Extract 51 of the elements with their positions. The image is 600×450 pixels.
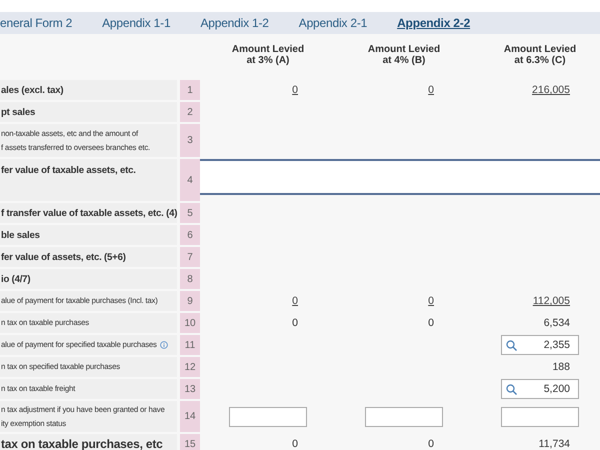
amount-input-field[interactable]: 5,200 <box>501 379 579 399</box>
amount-value: 188 <box>551 361 571 373</box>
amount-input-field[interactable]: 2,355 <box>501 335 579 355</box>
row-label: pt sales <box>0 102 177 122</box>
amount-value: 0 <box>291 317 299 329</box>
line-number: 5 <box>180 203 200 223</box>
amount-value: 11,734 <box>538 438 571 450</box>
line-number: 12 <box>180 357 200 377</box>
search-icon[interactable] <box>506 340 517 350</box>
row-label: fer value of taxable assets, etc. <box>0 159 177 201</box>
search-icon[interactable] <box>506 384 517 394</box>
row-label: f transfer value of taxable assets, etc. (4) <box>0 203 177 223</box>
amount-input-field[interactable] <box>229 406 307 426</box>
column-header: Amount Levied at 3% (A) <box>232 44 304 68</box>
column-header: Amount Levied at 6.3% (C) <box>504 44 576 68</box>
row-label: fer value of assets, etc. (5+6) <box>0 247 177 267</box>
amount-link[interactable]: 112,005 <box>501 295 579 307</box>
row-label: ble sales <box>0 225 177 245</box>
form-tab[interactable]: Appendix 1-2 <box>200 16 269 30</box>
amount-link[interactable]: 216,005 <box>501 84 579 96</box>
line-number: 13 <box>180 379 200 399</box>
row-label: ales (excl. tax) <box>0 80 177 100</box>
line-number: 11 <box>180 335 200 355</box>
amount-value: 6,534 <box>542 317 571 329</box>
form-tab[interactable]: Appendix 2-2 <box>397 16 470 30</box>
line-number: 9 <box>180 291 200 311</box>
line-number: 3 <box>180 124 200 157</box>
line-number: 14 <box>180 401 200 432</box>
form-tab[interactable]: Appendix 2-1 <box>298 16 368 30</box>
amount-input-field[interactable] <box>365 406 443 426</box>
amount-value: 0 <box>427 317 435 329</box>
form-tab[interactable]: eneral Form 2 <box>0 16 72 30</box>
line-number: 7 <box>180 247 200 267</box>
info-icon[interactable] <box>160 341 168 349</box>
row-label: io (4/7) <box>0 269 177 289</box>
amount-input-field[interactable] <box>501 406 579 426</box>
amount-link[interactable]: 0 <box>365 84 443 96</box>
line-number: 10 <box>180 313 200 333</box>
line-number: 2 <box>180 102 200 122</box>
amount-value: 0 <box>291 438 299 450</box>
line-number: 6 <box>180 225 200 245</box>
form-tab[interactable]: Appendix 1-1 <box>102 16 170 30</box>
amount-link[interactable]: 0 <box>365 295 443 307</box>
amount-link[interactable]: 0 <box>229 84 307 96</box>
amount-link[interactable]: 0 <box>229 295 307 307</box>
amount-value: 0 <box>427 438 435 450</box>
line-number: 15 <box>180 434 200 450</box>
line-number: 8 <box>180 269 200 289</box>
line-number: 1 <box>180 80 200 100</box>
column-header: Amount Levied at 4% (B) <box>368 44 440 68</box>
line-number: 4 <box>180 159 200 201</box>
